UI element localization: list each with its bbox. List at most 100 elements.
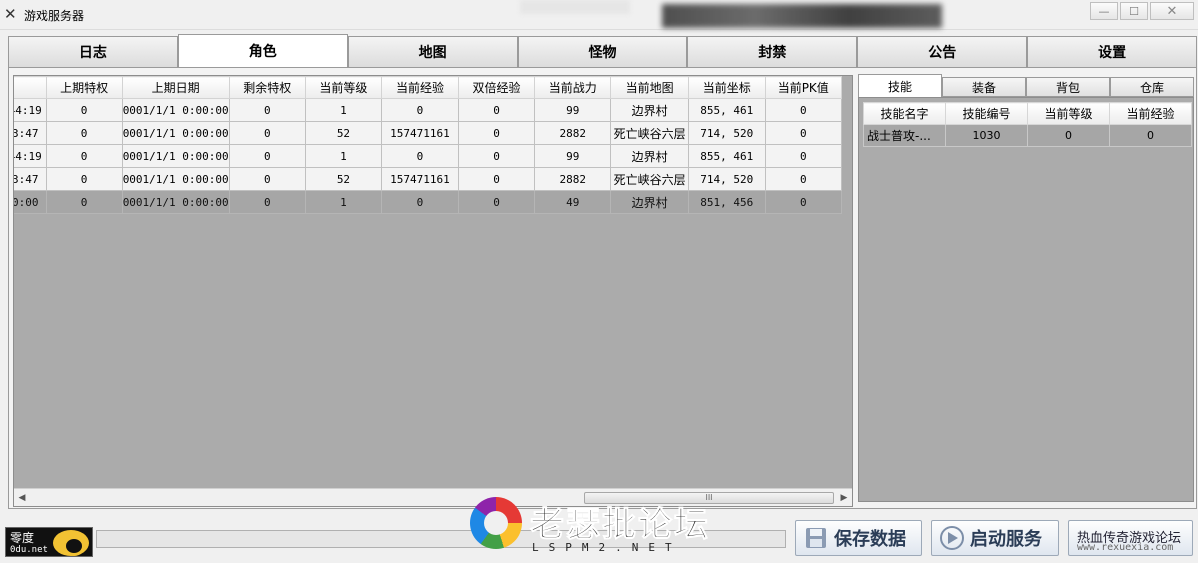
sub-tab-1[interactable]: 装备 xyxy=(942,77,1026,97)
logo-subtext: 0du.net xyxy=(10,545,48,555)
table-cell: 0 xyxy=(45,190,123,214)
tab-0[interactable]: 日志 xyxy=(8,36,178,68)
column-header[interactable]: 剩余特权 xyxy=(228,76,306,99)
table-cell: 0 xyxy=(764,190,842,214)
table-cell: 0001/1/1 0:00:00 xyxy=(121,167,230,191)
sub-tab-2[interactable]: 背包 xyxy=(1026,77,1110,97)
tab-4[interactable]: 封禁 xyxy=(687,36,858,68)
column-header[interactable]: 当前地图 xyxy=(610,76,689,99)
watermark-text: 老瑟批论坛 xyxy=(530,505,710,546)
bottom-bar: 零度 0du.net 老瑟批论坛 LSPM2.NET 保存数据 启动服务 热血传… xyxy=(0,497,1198,563)
start-service-label: 启动服务 xyxy=(970,529,1042,550)
table-cell: 0 xyxy=(45,167,123,191)
detail-panel: 技能 装备 背包 仓库 技能名字 技能编号 当前等级 当前经验 战士普攻-... 1030 0 0 xyxy=(858,74,1194,506)
column-header[interactable]: 当前经验 xyxy=(381,76,459,99)
column-header[interactable]: 上期日期 xyxy=(121,76,230,99)
blurred-region xyxy=(662,4,942,28)
skill-column-header[interactable]: 技能编号 xyxy=(945,102,1028,125)
start-service-button[interactable]: 启动服务 xyxy=(931,520,1059,556)
skill-grid[interactable]: 技能名字 技能编号 当前等级 当前经验 战士普攻-... 1030 0 0 xyxy=(858,97,1194,502)
table-cell: 0 xyxy=(764,167,842,191)
table-cell: 0 xyxy=(381,190,459,214)
table-row[interactable]: 3:47 0 0001/1/1 0:00:00 0 52 157471161 0 2882 死亡… xyxy=(14,167,842,191)
sub-tab-3[interactable]: 仓库 xyxy=(1110,77,1194,97)
table-cell: 851, 456 xyxy=(688,190,766,214)
maximize-button[interactable]: ☐ xyxy=(1120,2,1148,20)
table-cell: 157471161 xyxy=(381,167,459,191)
column-header[interactable]: 当前PK值 xyxy=(764,76,842,99)
table-cell: 0 xyxy=(381,144,459,168)
column-header[interactable]: 当前坐标 xyxy=(688,76,766,99)
table-cell: 0:00 xyxy=(14,190,47,214)
tab-2[interactable]: 地图 xyxy=(347,36,518,68)
skill-row[interactable]: 战士普攻-... 1030 0 0 xyxy=(863,124,1192,147)
title-bar: ✕ 游戏服务器 — ☐ ✕ xyxy=(0,0,1198,30)
table-cell: 1 xyxy=(304,98,383,122)
table-cell: 44:19 xyxy=(14,98,47,122)
column-header[interactable]: 双倍经验 xyxy=(457,76,536,99)
table-cell: 2882 xyxy=(534,167,612,191)
table-cell: 2882 xyxy=(534,121,612,145)
tab-content: 上期特权 上期日期 剩余特权 当前等级 当前经验 双倍经验 当前战力 当前地图 当前坐标 当前PK… xyxy=(8,67,1197,509)
window-title: 游戏服务器 xyxy=(24,9,85,23)
eye-icon xyxy=(53,530,89,556)
table-cell: 1 xyxy=(304,144,383,168)
skill-cell: 0 xyxy=(1027,124,1110,147)
zero-logo: 零度 0du.net xyxy=(5,527,93,557)
table-cell: 714, 520 xyxy=(688,121,766,145)
skill-cell: 1030 xyxy=(945,124,1028,147)
forum-watermark: 老瑟批论坛 LSPM2.NET xyxy=(470,497,730,561)
table-row[interactable]: 44:1900001/1/1 0:00:00010099边界村855, 4610 xyxy=(14,144,842,168)
tab-5[interactable]: 公告 xyxy=(857,36,1028,68)
skill-column-header[interactable]: 当前等级 xyxy=(1027,102,1110,125)
app-icon: ✕ xyxy=(4,5,17,23)
table-cell: 0 xyxy=(457,167,536,191)
watermark-subtext: LSPM2.NET xyxy=(532,541,682,554)
skill-table: 技能名字 技能编号 当前等级 当前经验 战士普攻-... 1030 0 0 xyxy=(863,102,1192,147)
table-cell: 0001/1/1 0:00:00 xyxy=(121,190,230,214)
table-cell: 0 xyxy=(228,121,306,145)
column-header[interactable]: 当前战力 xyxy=(534,76,612,99)
table-cell: 0 xyxy=(228,190,306,214)
table-row[interactable]: 3:47 0 0001/1/1 0:00:00 0 52 157471161 0 2882 死亡… xyxy=(14,121,842,145)
table-cell: 0 xyxy=(457,121,536,145)
table-cell: 0 xyxy=(457,98,536,122)
table-cell: 99 xyxy=(534,98,612,122)
forum-logo-icon xyxy=(470,497,522,549)
table-cell: 0 xyxy=(764,98,842,122)
table-cell: 0 xyxy=(764,121,842,145)
table-cell: 0 xyxy=(45,121,123,145)
save-data-button[interactable]: 保存数据 xyxy=(795,520,922,556)
skill-column-header[interactable]: 技能名字 xyxy=(863,102,946,125)
column-header[interactable]: 当前等级 xyxy=(304,76,383,99)
tab-3[interactable]: 怪物 xyxy=(517,36,688,68)
table-row[interactable]: 44:1900001/1/1 0:00:00010099边界村855, 4610 xyxy=(14,98,842,122)
table-cell: 0 xyxy=(228,167,306,191)
tab-6[interactable]: 设置 xyxy=(1027,36,1198,68)
forum-link-button[interactable]: 热血传奇游戏论坛 www.rexuexia.com xyxy=(1068,520,1193,556)
sub-tab-bar: 技能 装备 背包 仓库 xyxy=(858,74,1194,98)
table-cell: 0001/1/1 0:00:00 xyxy=(121,98,230,122)
column-header[interactable]: 上期特权 xyxy=(45,76,123,99)
column-header[interactable] xyxy=(14,76,47,99)
tab-1[interactable]: 角色 xyxy=(177,34,348,68)
table-cell: 0001/1/1 0:00:00 xyxy=(121,121,230,145)
skill-column-header[interactable]: 当前经验 xyxy=(1109,102,1192,125)
table-cell: 714, 520 xyxy=(688,167,766,191)
sub-tab-0[interactable]: 技能 xyxy=(858,74,942,98)
scroll-right-arrow-icon[interactable]: ▶ xyxy=(838,492,850,504)
minimize-button[interactable]: — xyxy=(1090,2,1118,20)
character-table: 上期特权 上期日期 剩余特权 当前等级 当前经验 双倍经验 当前战力 当前地图 当前坐标 当前PK… xyxy=(14,76,842,214)
scroll-left-arrow-icon[interactable]: ◀ xyxy=(16,492,28,504)
blurred-region xyxy=(520,0,630,14)
table-row[interactable]: 0:00 0 0001/1/1 0:00:00 0 1 0 0 49 边界村 851, 456 0 xyxy=(14,190,842,214)
table-cell: 0 xyxy=(381,98,459,122)
character-grid[interactable]: 上期特权 上期日期 剩余特权 当前等级 当前经验 双倍经验 当前战力 当前地图 当前坐标 当前PK… xyxy=(13,75,853,507)
table-cell: 边界村 xyxy=(610,98,689,122)
close-button[interactable]: ✕ xyxy=(1150,2,1194,20)
table-cell: 0 xyxy=(45,144,123,168)
table-cell: 3:47 xyxy=(14,167,47,191)
play-icon xyxy=(940,526,964,550)
table-cell: 44:19 xyxy=(14,144,47,168)
table-cell: 52 xyxy=(304,167,383,191)
